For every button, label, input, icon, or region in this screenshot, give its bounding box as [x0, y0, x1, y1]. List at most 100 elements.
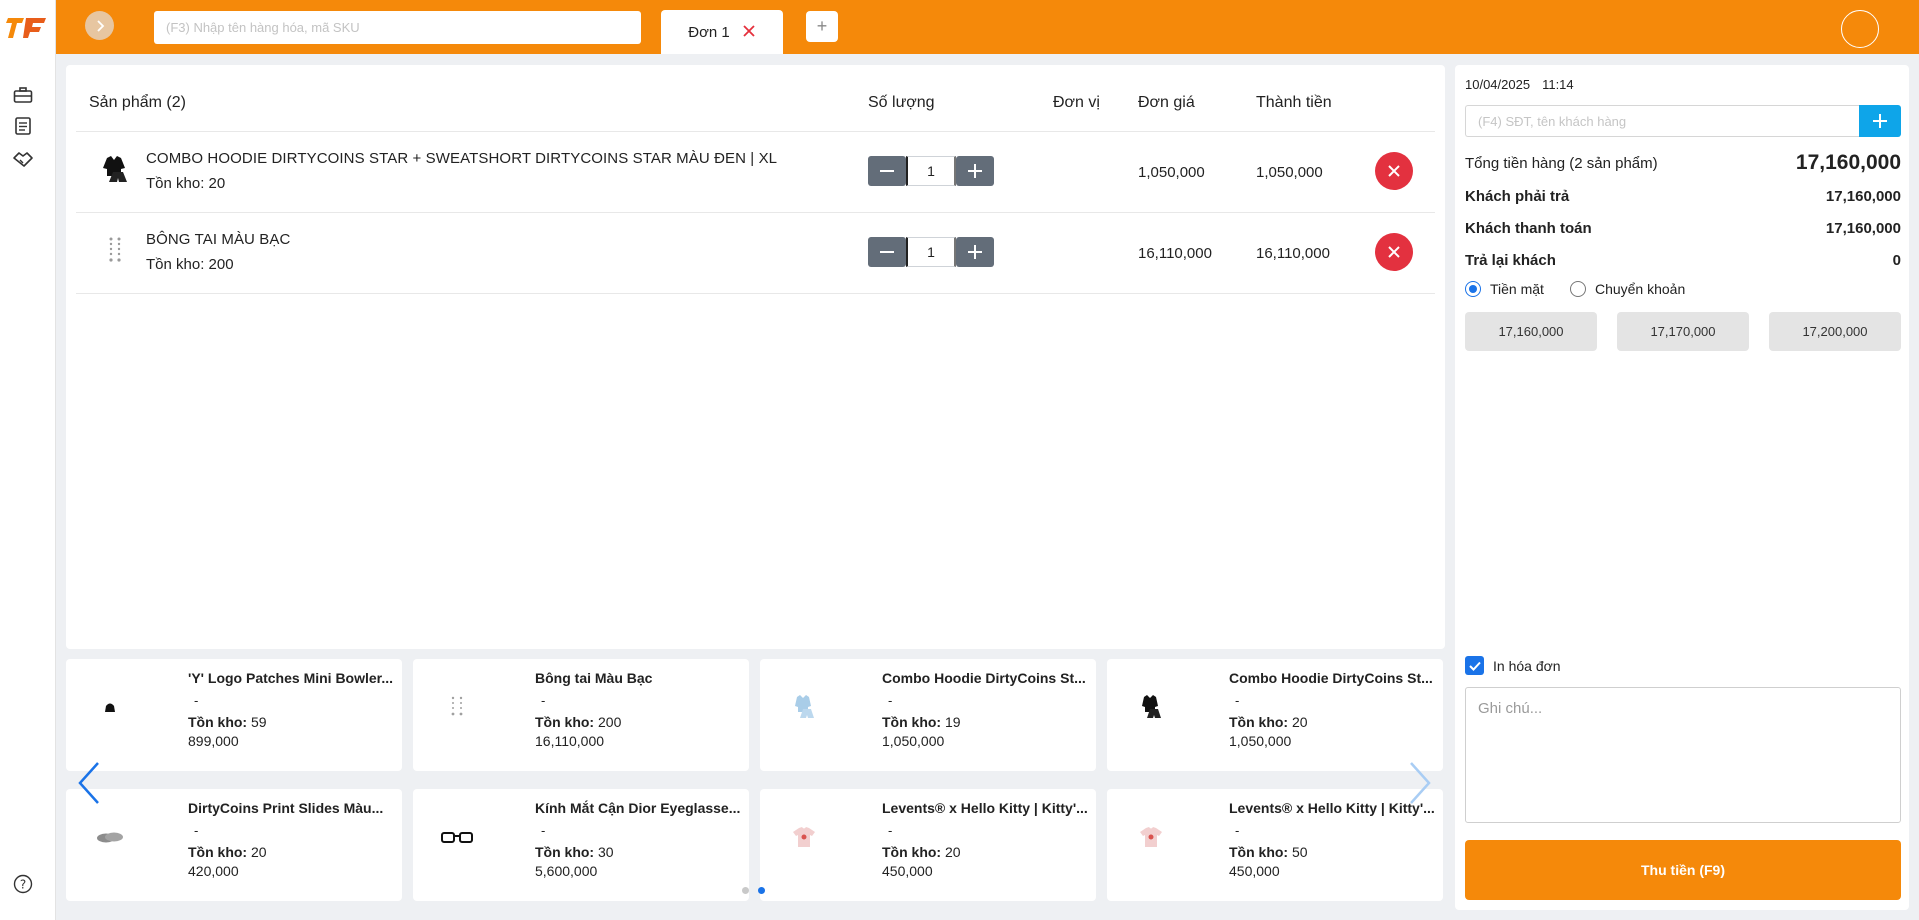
quick-amount-button[interactable]: 17,170,000 [1617, 312, 1749, 351]
increase-button[interactable] [956, 156, 994, 186]
header-product: Sản phẩm (2) [89, 94, 186, 111]
top-bar: Đơn 1 + [56, 0, 1919, 54]
black-hoodie-icon [1133, 689, 1169, 725]
change-value: 0 [1892, 252, 1901, 269]
goods-total-label: Tổng tiền hàng (2 sản phẩm) [1465, 154, 1658, 172]
clipboard-list-icon[interactable] [12, 115, 34, 137]
quantity-stepper [868, 237, 994, 267]
product-name: Kính Mắt Cận Dior Eyeglasse... [535, 800, 741, 816]
remove-item-button[interactable] [1375, 233, 1413, 271]
product-card[interactable]: Combo Hoodie DirtyCoins St... - Tồn kho:… [1107, 659, 1443, 771]
add-tab-button[interactable]: + [806, 11, 838, 42]
line-total: 1,050,000 [1256, 164, 1323, 181]
page-dot[interactable] [742, 887, 749, 894]
blue-hoodie-icon [786, 689, 822, 725]
pay-button[interactable]: Thu tiền (F9) [1465, 840, 1901, 900]
product-name: 'Y' Logo Patches Mini Bowler... [188, 670, 394, 686]
page-dot-active[interactable] [758, 887, 765, 894]
product-name: Combo Hoodie DirtyCoins St... [1229, 670, 1433, 686]
quantity-stepper [868, 156, 994, 186]
product-card[interactable]: Combo Hoodie DirtyCoins St... - Tồn kho:… [760, 659, 1096, 771]
remove-item-button[interactable] [1375, 152, 1413, 190]
slides-icon [92, 819, 128, 855]
carousel-next-button[interactable] [1405, 758, 1435, 808]
close-icon[interactable] [742, 23, 756, 41]
product-card[interactable]: Levents® x Hello Kitty | Kitty'... - Tồn… [760, 789, 1096, 901]
cash-radio[interactable] [1465, 281, 1481, 297]
paid-value[interactable]: 17,160,000 [1826, 220, 1901, 237]
plus-icon [1873, 114, 1887, 128]
product-name: COMBO HOODIE DIRTYCOINS STAR + SWEATSHOR… [146, 150, 778, 167]
pink-tshirt-icon [786, 819, 822, 855]
header-unit: Đơn vị [1053, 94, 1100, 111]
close-icon [1388, 246, 1400, 258]
silver-earring-icon [98, 233, 132, 267]
product-variant: - [888, 823, 893, 838]
product-variant: - [1235, 693, 1240, 708]
product-price: 899,000 [188, 733, 239, 749]
product-stock: Tồn kho: 20 [882, 844, 961, 860]
product-price: 16,110,000 [535, 733, 605, 749]
black-hoodie-icon [98, 152, 132, 186]
customer-search-input[interactable] [1465, 105, 1862, 137]
close-icon [1388, 165, 1400, 177]
product-search-input[interactable] [154, 11, 641, 44]
product-variant: - [541, 823, 546, 838]
product-card[interactable]: Levents® x Hello Kitty | Kitty'... - Tồn… [1107, 789, 1443, 901]
increase-button[interactable] [956, 237, 994, 267]
cash-option[interactable]: Tiền mặt [1465, 281, 1544, 297]
product-card[interactable]: Kính Mắt Cận Dior Eyeglasse... - Tồn kho… [413, 789, 749, 901]
note-field[interactable] [1465, 687, 1901, 823]
expand-button[interactable] [85, 11, 114, 40]
help-icon[interactable]: ? [12, 873, 34, 895]
decrease-button[interactable] [868, 237, 906, 267]
print-invoice-checkbox[interactable] [1465, 656, 1484, 675]
order-row: COMBO HOODIE DIRTYCOINS STAR + SWEATSHOR… [76, 132, 1435, 213]
unit-price: 16,110,000 [1138, 245, 1212, 262]
carousel-prev-button[interactable] [74, 758, 104, 808]
product-price: 5,600,000 [535, 863, 598, 879]
transfer-radio[interactable] [1569, 281, 1586, 297]
plus-icon: + [816, 16, 828, 36]
quick-amount-button[interactable]: 17,160,000 [1465, 312, 1597, 351]
must-pay-label: Khách phải trả [1465, 188, 1570, 205]
product-name: Bông tai Màu Bạc [535, 670, 653, 686]
product-price: 450,000 [882, 863, 933, 879]
avatar[interactable] [1841, 10, 1879, 48]
product-card[interactable]: DirtyCoins Print Slides Màu... - Tồn kho… [66, 789, 402, 901]
product-price: 450,000 [1229, 863, 1280, 879]
add-customer-button[interactable] [1859, 105, 1901, 137]
decrease-button[interactable] [868, 156, 906, 186]
checkout-panel: 10/04/2025 11:14 Tổng tiền hàng (2 sản ph… [1455, 65, 1909, 910]
transfer-option[interactable]: Chuyển khoản [1569, 281, 1685, 297]
order-time: 11:14 [1542, 77, 1574, 92]
quantity-input[interactable] [906, 237, 956, 267]
briefcase-icon[interactable] [12, 84, 34, 106]
must-pay-row: Khách phải trả 17,160,000 [1465, 188, 1901, 205]
plus-icon [968, 245, 982, 259]
line-total: 16,110,000 [1256, 245, 1330, 262]
chevron-right-icon [1410, 762, 1431, 804]
earring-icon [439, 689, 475, 725]
quantity-input[interactable] [906, 156, 956, 186]
product-stock: Tồn kho: 50 [1229, 844, 1308, 860]
paid-row: Khách thanh toán 17,160,000 [1465, 220, 1901, 237]
product-stock: Tồn kho: 20 [146, 175, 226, 192]
product-card[interactable]: 'Y' Logo Patches Mini Bowler... - Tồn kh… [66, 659, 402, 771]
handshake-icon[interactable] [12, 148, 34, 170]
change-row: Trả lại khách 0 [1465, 252, 1901, 269]
header-price: Đơn giá [1138, 94, 1195, 111]
header-total: Thành tiền [1256, 94, 1332, 111]
tab-order-1[interactable]: Đơn 1 [661, 10, 783, 54]
quick-amount-button[interactable]: 17,200,000 [1769, 312, 1901, 351]
carousel-pagination [742, 887, 765, 894]
print-invoice-option[interactable]: In hóa đơn [1465, 656, 1561, 675]
order-table-header: Sản phẩm (2) Số lượng Đơn vị Đơn giá Thà… [76, 65, 1435, 132]
header-quantity: Số lượng [868, 94, 935, 111]
goods-total-value: 17,160,000 [1795, 151, 1901, 174]
tab-label: Đơn 1 [688, 23, 730, 41]
bag-icon [92, 689, 128, 725]
payment-methods: Tiền mặt Chuyển khoản [1465, 281, 1685, 297]
product-card[interactable]: Bông tai Màu Bạc - Tồn kho: 200 16,110,0… [413, 659, 749, 771]
product-stock: Tồn kho: 20 [1229, 714, 1308, 730]
